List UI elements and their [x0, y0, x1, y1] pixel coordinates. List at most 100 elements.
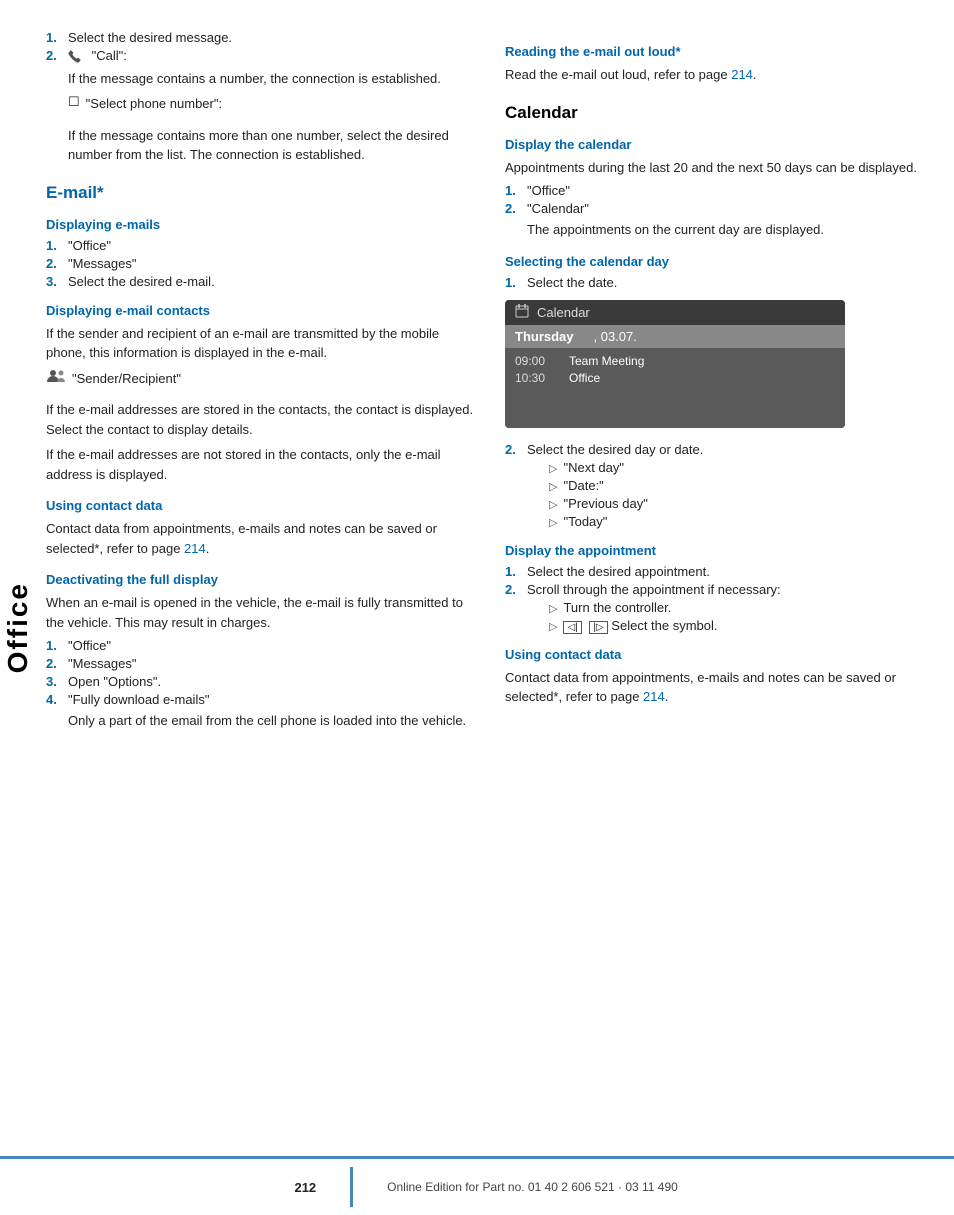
- using-contact-page-link[interactable]: 214: [184, 541, 206, 556]
- sender-recipient-row: "Sender/Recipient": [46, 369, 475, 395]
- deactivating-title: Deactivating the full display: [46, 572, 475, 587]
- calendar-section-title: Calendar: [505, 103, 934, 123]
- step-1: 1. Select the desired message.: [46, 30, 475, 45]
- left-column: 1. Select the desired message. 2. "Call"…: [46, 30, 475, 1195]
- step-text: Select the desired e-mail.: [68, 274, 475, 289]
- displaying-contacts-body3: If the e-mail addresses are not stored i…: [46, 445, 475, 484]
- selecting-day-step2-num: 2.: [505, 442, 521, 457]
- option-text: "Next day": [563, 460, 934, 475]
- option-text: "Today": [563, 514, 934, 529]
- option-text: "Date:": [563, 478, 934, 493]
- right-column: Reading the e-mail out loud* Read the e-…: [505, 30, 934, 1195]
- arrow-item: ▷ "Today": [549, 514, 934, 529]
- selecting-day-step1-num: 1.: [505, 275, 521, 290]
- sender-recipient-label: "Sender/Recipient": [72, 369, 181, 389]
- deactivating-steps: 1."Office" 2. "Messages" 3. Open "Options". 4…: [46, 638, 475, 707]
- step-2: 2. "Call":: [46, 48, 475, 65]
- option-text: Turn the controller.: [563, 600, 671, 615]
- step-1-text: Select the desired message.: [68, 30, 475, 45]
- selecting-day-step2-row: 2. Select the desired day or date.: [505, 442, 934, 457]
- deactivating-indent: Only a part of the email from the cell p…: [68, 711, 475, 731]
- calendar-header: Calendar: [505, 300, 845, 325]
- calendar-events: 09:00 Team Meeting 10:30Office: [505, 348, 845, 428]
- step-num: 1.: [46, 238, 62, 253]
- display-appointment-options: ▷ Turn the controller. ▷ ◁| |▷ Select the …: [527, 600, 934, 633]
- step-num: 1.: [505, 183, 521, 198]
- step-1-num: 1.: [46, 30, 62, 45]
- people-icon: [46, 369, 66, 386]
- step-num: 3.: [46, 674, 62, 689]
- calendar-event-name: Team Meeting: [569, 354, 644, 368]
- reading-page-link[interactable]: 214: [731, 67, 753, 82]
- step-num: 2.: [46, 256, 62, 271]
- using-contact2-body: Contact data from appointments, e-mails …: [505, 668, 934, 707]
- calendar-day: Thursday: [515, 329, 574, 344]
- arrow-symbol: ▷: [549, 516, 557, 529]
- step-num: 2.: [505, 582, 521, 597]
- step-text: "Messages": [68, 656, 475, 671]
- call-select-phone: ☐ "Select phone number":: [68, 94, 475, 120]
- display-calendar-title: Display the calendar: [505, 137, 934, 152]
- displaying-emails-steps: 1."Office"2."Messages"3.Select the desir…: [46, 238, 475, 289]
- calendar-event-time: 10:30: [515, 371, 555, 385]
- selecting-day-step1: 1. Select the date.: [505, 275, 934, 290]
- calendar-mockup: Calendar Thursday , 03.07. 09:00 Team Mee…: [505, 300, 845, 428]
- calendar-event-row: 09:00 Team Meeting: [515, 354, 835, 368]
- step-text: Scroll through the appointment if necess…: [527, 582, 934, 597]
- step-num: 2.: [46, 656, 62, 671]
- selecting-day-title: Selecting the calendar day: [505, 254, 934, 269]
- using-contact-title: Using contact data: [46, 498, 475, 513]
- call-indent-1: If the message contains a number, the co…: [68, 69, 475, 165]
- step-item: 1.Select the desired appointment.: [505, 564, 934, 579]
- display-calendar-indent: The appointments on the current day are …: [527, 220, 934, 240]
- page-container: Office 1. Select the desired message. 2.…: [0, 0, 954, 1215]
- arrow-item: ▷ Turn the controller.: [549, 600, 934, 615]
- calendar-event-row: 10:30Office: [515, 371, 835, 385]
- step-num: 1.: [505, 564, 521, 579]
- option-text: ◁| |▷ Select the symbol.: [563, 618, 717, 633]
- using-contact2-title: Using contact data: [505, 647, 934, 662]
- arrow-symbol: ▷: [549, 498, 557, 511]
- step-2-text: "Call":: [68, 48, 475, 65]
- page-footer: 212 Online Edition for Part no. 01 40 2 …: [0, 1156, 954, 1215]
- step-2-num: 2.: [46, 48, 62, 65]
- selecting-day-options: ▷"Next day"▷"Date:"▷"Previous day"▷"Toda…: [527, 460, 934, 529]
- arrow-item: ▷ ◁| |▷ Select the symbol.: [549, 618, 934, 633]
- reading-body: Read the e-mail out loud, refer to page …: [505, 65, 934, 85]
- step-item: 4."Fully download e-mails": [46, 692, 475, 707]
- symbol-box-1: ◁|: [563, 621, 581, 634]
- using-contact-body: Contact data from appointments, e-mails …: [46, 519, 475, 558]
- selecting-day-step2-text: Select the desired day or date.: [527, 442, 934, 457]
- step-num: 2.: [505, 201, 521, 216]
- selecting-day-step1-text: Select the date.: [527, 275, 934, 290]
- step-text: "Calendar": [527, 201, 934, 216]
- displaying-contacts-title: Displaying e-mail contacts: [46, 303, 475, 318]
- display-calendar-steps: 1. "Office" 2. "Calendar": [505, 183, 934, 216]
- using-contact2-page-link[interactable]: 214: [643, 689, 665, 704]
- calendar-event-time: 09:00: [515, 354, 555, 368]
- symbol-box-2: |▷: [589, 621, 607, 634]
- step-text: "Office": [68, 638, 475, 653]
- sidebar-label: Office: [2, 582, 34, 673]
- reading-title: Reading the e-mail out loud*: [505, 44, 934, 59]
- step-item: 2. "Calendar": [505, 201, 934, 216]
- arrow-symbol: ▷: [549, 620, 557, 633]
- step-item: 2. Scroll through the appointment if nece…: [505, 582, 934, 597]
- displaying-contacts-body2: If the e-mail addresses are stored in th…: [46, 400, 475, 439]
- deactivating-body: When an e-mail is opened in the vehicle,…: [46, 593, 475, 632]
- footer-divider: [350, 1167, 353, 1207]
- step-item: 3. Open "Options".: [46, 674, 475, 689]
- step-item: 1. "Office": [505, 183, 934, 198]
- arrow-symbol: ▷: [549, 480, 557, 493]
- step-item: 2. "Messages": [46, 656, 475, 671]
- step-item: 1."Office": [46, 638, 475, 653]
- arrow-item: ▷ "Date:": [549, 478, 934, 493]
- step-item: 1."Office": [46, 238, 475, 253]
- footer-edition-text: Online Edition for Part no. 01 40 2 606 …: [387, 1180, 678, 1194]
- calendar-date-row: Thursday , 03.07.: [505, 325, 845, 348]
- email-section-title: E-mail*: [46, 183, 475, 203]
- step-text: "Office": [527, 183, 934, 198]
- footer-page-number: 212: [276, 1180, 316, 1195]
- step-text: Open "Options".: [68, 674, 475, 689]
- arrow-symbol: ▷: [549, 602, 557, 615]
